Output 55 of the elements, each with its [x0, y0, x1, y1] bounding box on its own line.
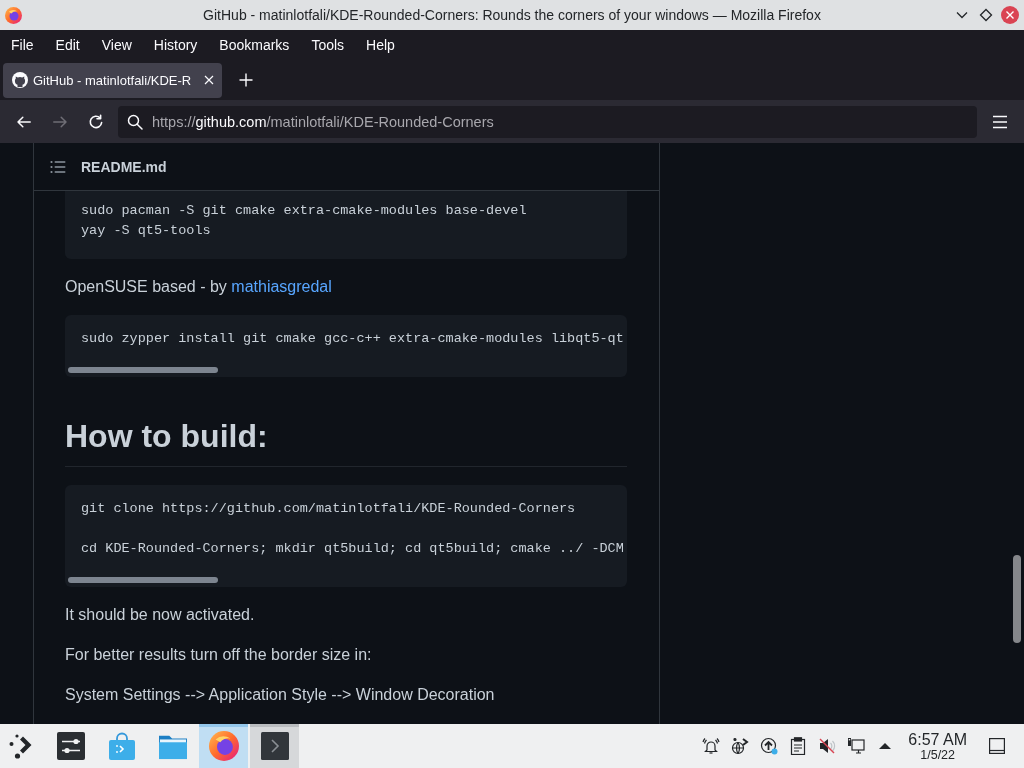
url-text: https://github.com/matinlotfali/KDE-Rounded-Corners — [152, 113, 494, 130]
network-icon[interactable] — [847, 737, 866, 755]
paragraph-text: System Settings --> Application Style --> Window Decoration — [65, 685, 496, 705]
code-line: git clone https://github.com/matinlotfali/KDE-Rounded-Corners — [81, 500, 577, 518]
show-desktop-icon — [988, 737, 1006, 755]
globe-arrow-icon[interactable] — [731, 737, 750, 755]
diamond-icon — [979, 8, 993, 22]
scrollbar-thumb[interactable] — [1013, 555, 1021, 643]
address-field[interactable]: https://github.com/matinlotfali/KDE-Rounded-Corners — [118, 105, 977, 138]
close-window-button[interactable] — [1000, 5, 1020, 25]
forward-arrow-icon — [52, 113, 68, 130]
upload-circle-icon[interactable] — [760, 737, 779, 755]
menu-item[interactable]: History — [142, 37, 209, 53]
cat-face-icon — [12, 72, 28, 88]
browser-icon — [5, 6, 22, 24]
clipboard-icon[interactable] — [789, 737, 808, 755]
paragraph-text: OpenSUSE based - by mathiasgredal — [65, 277, 333, 297]
paragraph-text: For better results turn off the border size in: — [65, 645, 373, 665]
browser-tab[interactable]: GitHub - matinlotfali/KDE-R — [3, 62, 222, 98]
search-icon — [127, 113, 143, 130]
bell-icon[interactable] — [702, 737, 721, 755]
plus-icon — [239, 73, 253, 87]
menu-item[interactable]: Tools — [300, 37, 356, 53]
sliders-icon — [56, 732, 85, 760]
code-line: sudo zypper install git cmake gcc-c++ extra-cmake-modules libqt5-qt — [81, 330, 625, 348]
scrollbar-thumb[interactable] — [68, 577, 218, 583]
window-title: GitHub - matinlotfali/KDE-Rounded-Corners: Rounds the corners of your windows — Mozilla Firefox — [203, 7, 821, 23]
browser-icon — [208, 731, 239, 761]
menu-item[interactable]: Bookmarks — [208, 37, 301, 53]
file-title: README.md — [81, 158, 167, 175]
code-line: sudo pacman -S git cmake extra-cmake-modules base-devel — [81, 202, 528, 220]
clock-time: 6:57 AM — [908, 730, 967, 748]
menu-item[interactable]: Edit — [44, 37, 91, 53]
terminal-icon — [260, 732, 289, 760]
taskbar-button[interactable] — [250, 724, 299, 768]
reload-icon — [88, 113, 104, 130]
outline-button[interactable] — [50, 159, 66, 174]
shopping-bag-icon — [107, 732, 136, 760]
author-link[interactable]: mathiasgredal — [231, 278, 332, 295]
close-icon[interactable] — [204, 75, 214, 85]
scrollbar-thumb[interactable] — [68, 367, 218, 373]
menu-icon — [992, 114, 1008, 129]
menu-item[interactable]: View — [90, 37, 143, 53]
section-heading: How to build: — [65, 416, 627, 467]
code-line: yay -S qt5-tools — [81, 222, 212, 240]
muted-speaker-icon[interactable] — [818, 737, 837, 755]
code-line: cd KDE-Rounded-Corners; mkdir qt5build; cd qt5build; cmake ../ -DCM — [81, 540, 625, 558]
show-desktop-button[interactable] — [988, 737, 1006, 755]
clock-date: 1/5/22 — [920, 747, 956, 762]
menu-item[interactable]: File — [0, 37, 45, 53]
menu-item[interactable]: Help — [355, 37, 406, 53]
back-arrow-icon — [16, 113, 32, 130]
list-icon — [50, 159, 66, 174]
close-icon — [1001, 6, 1019, 24]
paragraph-text: It should be now activated. — [65, 605, 256, 625]
